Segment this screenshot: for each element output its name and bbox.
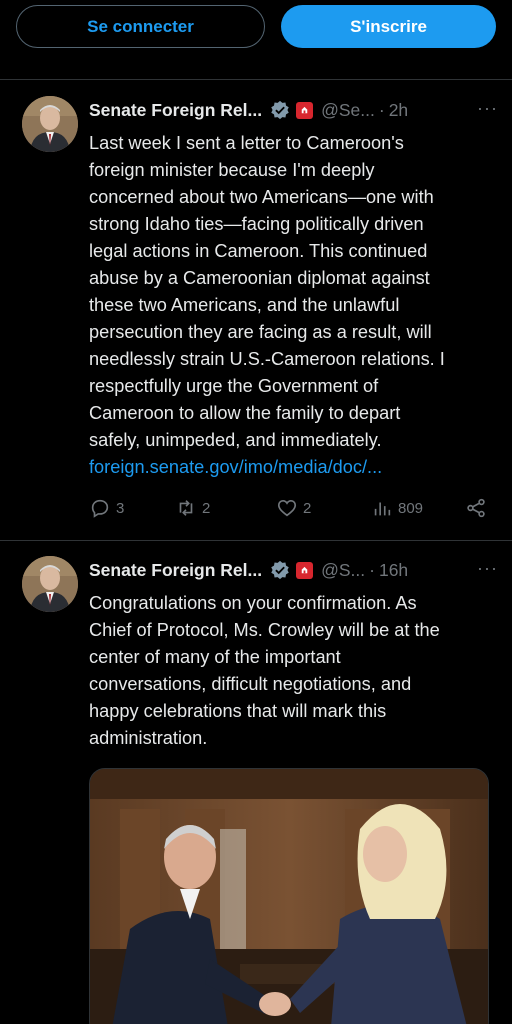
- timestamp[interactable]: 16h: [379, 560, 408, 581]
- author-handle[interactable]: @Se...: [321, 100, 375, 121]
- share-button[interactable]: [465, 497, 487, 519]
- repost-icon: [179, 500, 193, 516]
- login-button[interactable]: Se connecter: [16, 5, 265, 48]
- action-bar: 3 2 2 809: [89, 497, 501, 521]
- text-line: strong Idaho ties—facing politically dri…: [89, 214, 424, 234]
- affiliate-badge-icon: [296, 561, 314, 579]
- like-count: 2: [303, 499, 312, 517]
- avatar[interactable]: [22, 96, 78, 152]
- more-options-button[interactable]: ···: [477, 558, 498, 579]
- auth-bar: Se connecter S'inscrire: [0, 0, 512, 80]
- text-line: happy celebrations that will mark this: [89, 701, 387, 721]
- text-line: these two Americans, and the unlawful: [89, 295, 400, 315]
- views-icon: [374, 502, 391, 516]
- reply-icon: [91, 499, 109, 518]
- text-line: persecution they are facing as a result,…: [89, 322, 432, 342]
- reply-count: 3: [116, 499, 125, 517]
- tweet-photo[interactable]: [89, 768, 489, 1024]
- avatar[interactable]: [22, 556, 78, 612]
- text-line: abuse by a Cameroonian diplomat against: [89, 268, 430, 288]
- tweet-header: Senate Foreign Rel... @S... · 16h ···: [89, 558, 498, 582]
- text-line: respectfully urge the Government of: [89, 376, 379, 396]
- tweet-text: Congratulations on your confirmation. As…: [89, 590, 501, 752]
- author-handle[interactable]: @S...: [321, 560, 365, 581]
- timestamp[interactable]: 2h: [389, 100, 408, 121]
- views-count: 809: [398, 499, 424, 517]
- reply-button[interactable]: 3: [89, 497, 124, 519]
- text-line: administration.: [89, 728, 208, 748]
- verified-badge-icon: [271, 560, 289, 580]
- separator: ·: [369, 559, 375, 580]
- text-line: foreign minister because I'm deeply: [89, 160, 375, 180]
- text-line: Chief of Protocol, Ms. Crowley will be a…: [89, 620, 440, 640]
- tweet-text: Last week I sent a letter to Cameroon's …: [89, 130, 501, 481]
- tweet-link[interactable]: foreign.senate.gov/imo/media/doc/...: [89, 454, 501, 481]
- views-button[interactable]: 809: [371, 497, 423, 519]
- like-button[interactable]: 2: [276, 497, 311, 519]
- text-line: legal actions in Cameroon. This continue…: [89, 241, 428, 261]
- tweet[interactable]: Senate Foreign Rel... @Se... · 2h ··· La…: [0, 80, 512, 541]
- separator: ·: [378, 99, 385, 120]
- text-line: needlessly strain U.S.-Cameroon relation…: [89, 349, 445, 369]
- text-line: center of many of the important: [89, 647, 341, 667]
- more-options-button[interactable]: ···: [477, 98, 498, 119]
- verified-badge-icon: [271, 100, 289, 120]
- author-name[interactable]: Senate Foreign Rel...: [89, 560, 262, 581]
- text-line: Cameroon to allow the family to depart: [89, 403, 401, 423]
- text-line: safely, unimpeded, and immediately.: [89, 430, 382, 450]
- text-line: Last week I sent a letter to Cameroon's: [89, 133, 404, 153]
- share-icon: [467, 498, 485, 518]
- tweet-header: Senate Foreign Rel... @Se... · 2h ···: [89, 98, 498, 122]
- like-icon: [277, 500, 297, 517]
- author-name[interactable]: Senate Foreign Rel...: [89, 100, 262, 121]
- signup-button[interactable]: S'inscrire: [281, 5, 496, 48]
- text-line: conversations, difficult negotiations, a…: [89, 674, 412, 694]
- repost-count: 2: [202, 499, 211, 517]
- tweet[interactable]: Senate Foreign Rel... @S... · 16h ··· Co…: [0, 542, 512, 1024]
- text-line: concerned about two Americans—one with: [89, 187, 434, 207]
- text-line: Congratulations on your confirmation. As: [89, 593, 417, 613]
- affiliate-badge-icon: [296, 101, 314, 119]
- repost-button[interactable]: 2: [175, 497, 210, 519]
